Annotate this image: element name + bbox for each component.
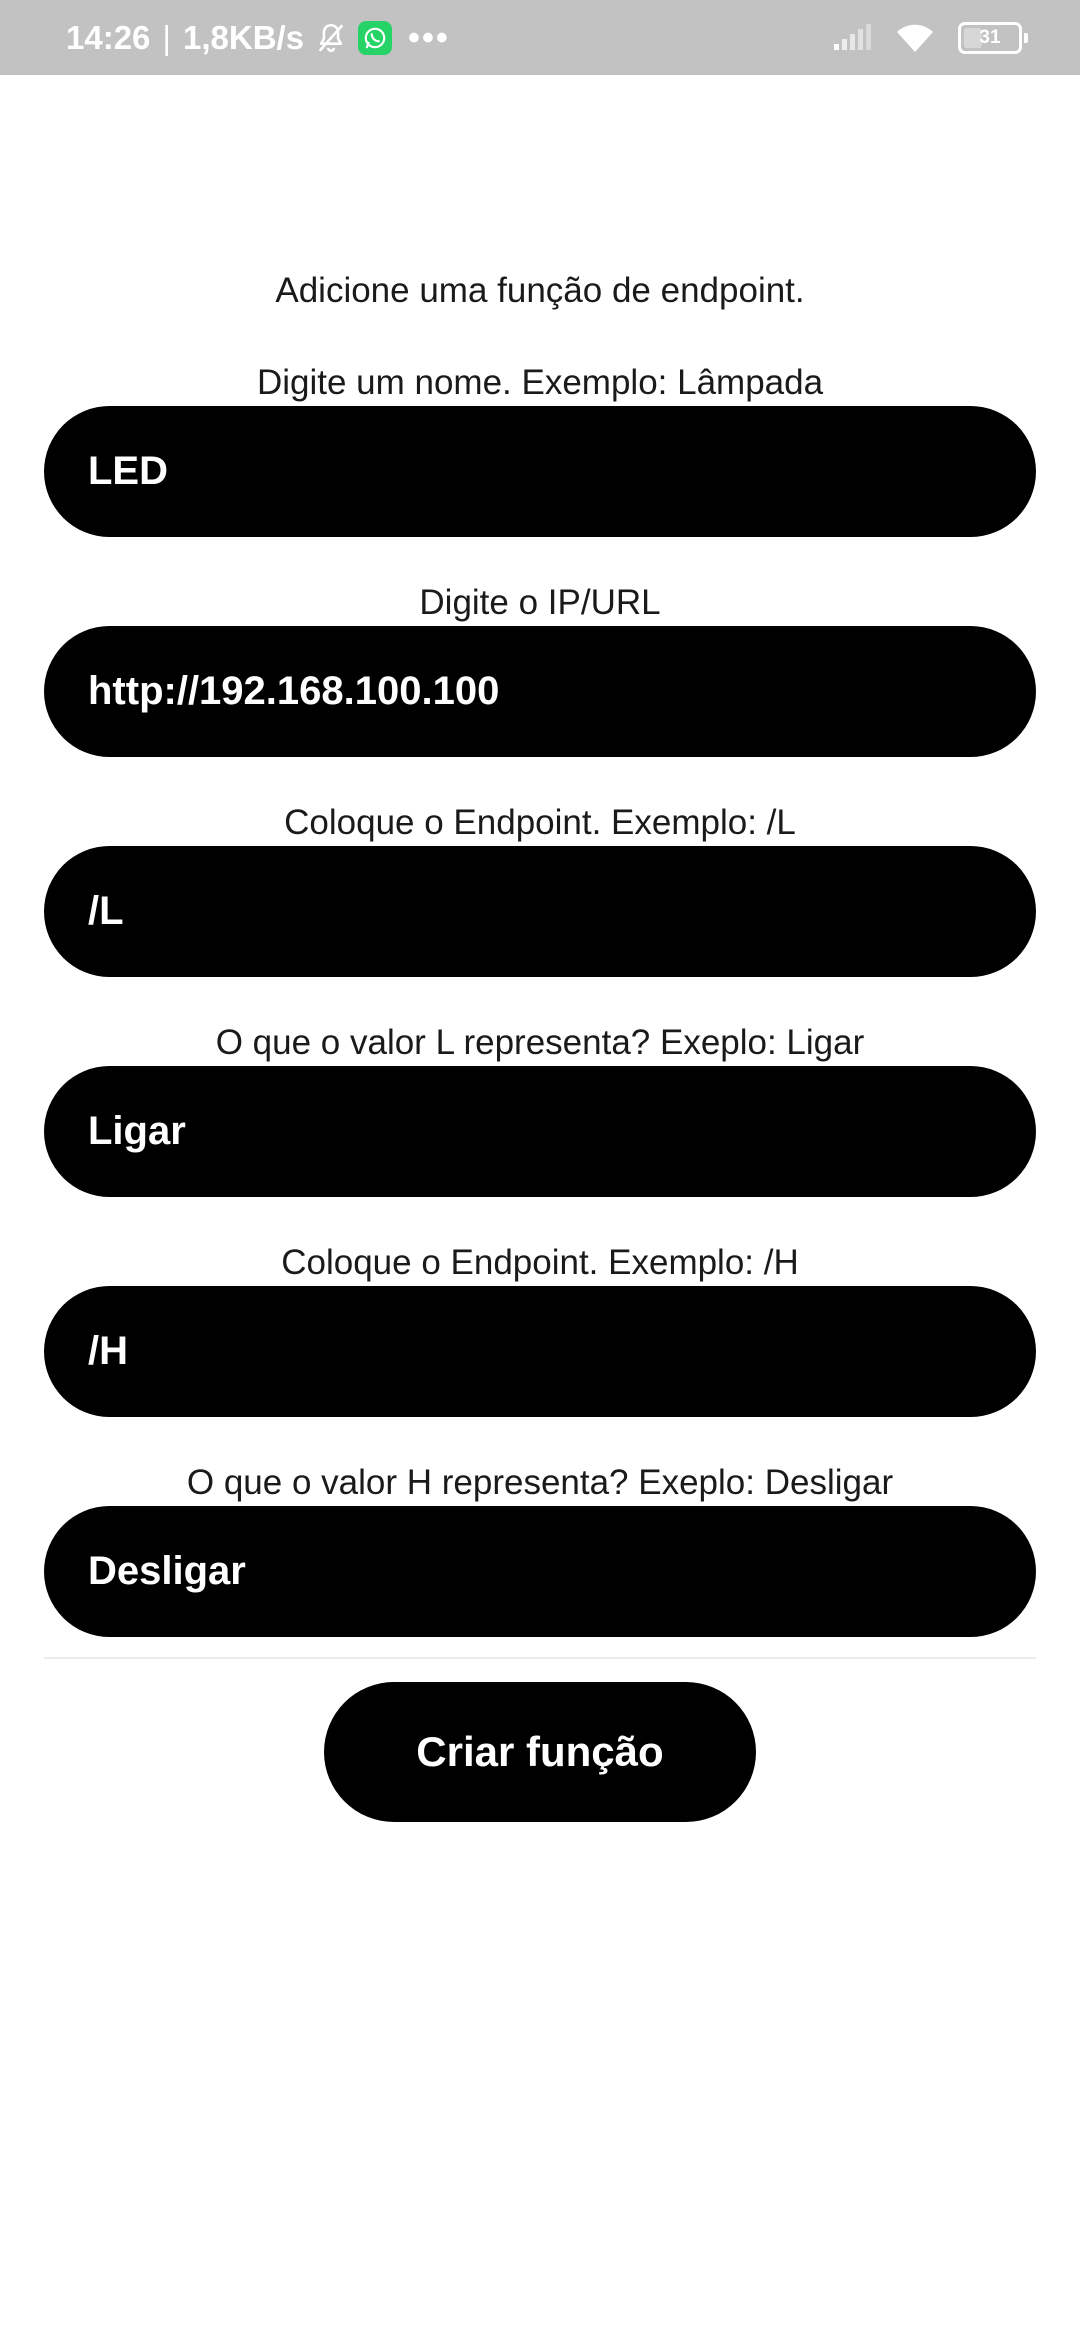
- endpoint-h-input[interactable]: /H: [44, 1286, 1036, 1417]
- status-bar-left: 14:26 | 1,8KB/s •••: [66, 0, 450, 75]
- battery-level: 31: [979, 26, 1001, 48]
- status-bar: 14:26 | 1,8KB/s ••• 31: [0, 0, 1080, 75]
- network-speed: 1,8KB/s: [182, 18, 305, 56]
- value-l-input[interactable]: Ligar: [44, 1066, 1036, 1197]
- field-label-endpoint-h: Coloque o Endpoint. Exemplo: /H: [281, 1243, 799, 1282]
- status-separator: |: [162, 18, 171, 56]
- more-dots-icon: •••: [408, 18, 450, 57]
- create-function-button[interactable]: Criar função: [324, 1682, 756, 1822]
- signal-icon: [832, 23, 872, 52]
- url-input[interactable]: http://192.168.100.100: [44, 626, 1036, 757]
- field-label-value-h: O que o valor H representa? Exeplo: Desl…: [186, 1463, 894, 1502]
- wifi-icon: [894, 22, 936, 54]
- field-label-name: Digite um nome. Exemplo: Lâmpada: [256, 363, 824, 402]
- divider: [44, 1657, 1036, 1659]
- clock: 14:26: [66, 18, 151, 56]
- notifications-muted-icon: [314, 21, 348, 55]
- page-heading: Adicione uma função de endpoint.: [275, 271, 805, 310]
- endpoint-l-input[interactable]: /L: [44, 846, 1036, 977]
- name-input[interactable]: LED: [44, 406, 1036, 537]
- status-bar-right: 31: [832, 0, 1028, 75]
- field-label-url: Digite o IP/URL: [419, 583, 661, 622]
- battery-icon: 31: [958, 21, 1028, 54]
- value-h-input[interactable]: Desligar: [44, 1506, 1036, 1637]
- whatsapp-icon: [358, 20, 393, 55]
- field-label-value-l: O que o valor L representa? Exeplo: Liga…: [215, 1023, 865, 1062]
- field-label-endpoint-l: Coloque o Endpoint. Exemplo: /L: [284, 803, 796, 842]
